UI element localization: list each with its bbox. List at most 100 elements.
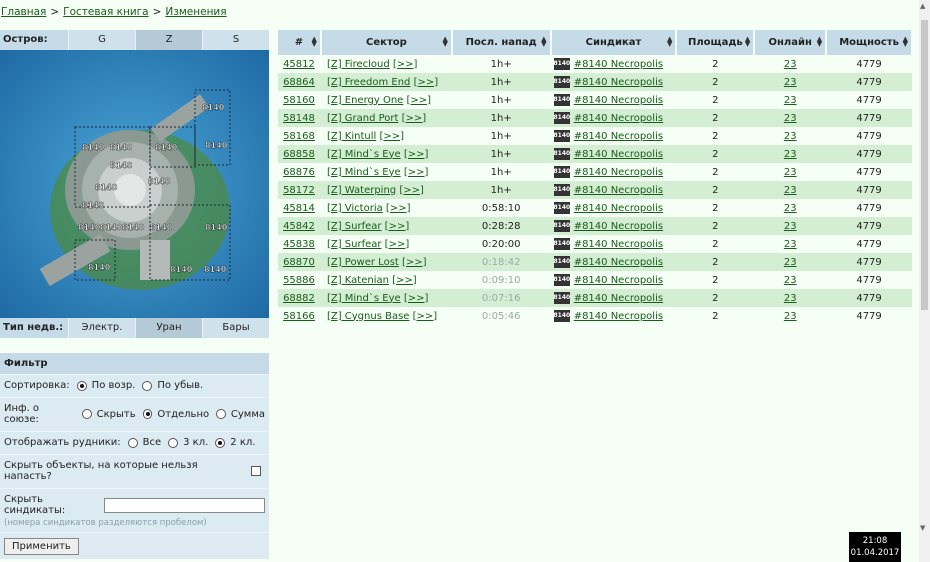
online-link[interactable]: 23 — [784, 221, 797, 232]
sector-name-link[interactable]: [Z] Mind`s Eye — [327, 293, 401, 304]
sector-name-link[interactable]: [Z] Grand Port — [327, 113, 399, 124]
union-sum-label[interactable]: Сумма — [231, 409, 265, 420]
sector-id-link[interactable]: 45838 — [283, 239, 315, 250]
sector-name-link[interactable]: [Z] Victoria — [327, 203, 383, 214]
online-link[interactable]: 23 — [784, 203, 797, 214]
sector-id-link[interactable]: 58168 — [283, 131, 315, 142]
sector-more-link[interactable]: [>>] — [392, 275, 417, 286]
sector-more-link[interactable]: [>>] — [404, 149, 429, 160]
sector-name-link[interactable]: [Z] Waterping — [327, 185, 396, 196]
online-link[interactable]: 23 — [784, 185, 797, 196]
map-label[interactable]: 8140 — [122, 223, 145, 232]
sector-id-link[interactable]: 68870 — [283, 257, 315, 268]
online-link[interactable]: 23 — [784, 95, 797, 106]
sector-more-link[interactable]: [>>] — [404, 293, 429, 304]
syndicate-link[interactable]: #8140 Necropolis — [574, 77, 663, 88]
sector-name-link[interactable]: [Z] Katenian — [327, 275, 389, 286]
sector-more-link[interactable]: [>>] — [407, 95, 432, 106]
online-link[interactable]: 23 — [784, 149, 797, 160]
map-label[interactable]: 8140 — [95, 183, 118, 192]
sector-id-link[interactable]: 68858 — [283, 149, 315, 160]
syndicate-link[interactable]: #8140 Necropolis — [574, 59, 663, 70]
sort-asc-label[interactable]: По возр. — [92, 380, 136, 391]
online-link[interactable]: 23 — [784, 275, 797, 286]
map-label[interactable]: 8140 — [78, 223, 101, 232]
sector-name-link[interactable]: [Z] Kintull — [327, 131, 376, 142]
sector-name-link[interactable]: [Z] Mind`s Eye — [327, 167, 401, 178]
online-link[interactable]: 23 — [784, 311, 797, 322]
map-label[interactable]: 8140 — [110, 161, 133, 170]
scrollbar[interactable]: ▲ ▼ — [919, 0, 930, 562]
map-label[interactable]: 8140 — [88, 263, 111, 272]
col-syndicate[interactable]: Синдикат ▲ ▼ — [550, 30, 678, 55]
col-sector[interactable]: Сектор ▲ ▼ — [320, 30, 453, 55]
sector-more-link[interactable]: [>>] — [385, 239, 410, 250]
mines-2-radio[interactable] — [215, 437, 226, 448]
syndicate-link[interactable]: #8140 Necropolis — [574, 131, 663, 142]
sort-asc-radio[interactable] — [76, 380, 87, 391]
map-label[interactable]: 8140 — [202, 103, 225, 112]
sector-more-link[interactable]: [>>] — [404, 167, 429, 178]
sector-id-link[interactable]: 58160 — [283, 95, 315, 106]
mines-2-label[interactable]: 2 кл. — [230, 437, 255, 448]
col-online[interactable]: Онлайн ▲ ▼ — [754, 30, 828, 55]
sector-name-link[interactable]: [Z] Mind`s Eye — [327, 149, 401, 160]
resource-option-electr[interactable]: Электр. — [68, 318, 135, 338]
sector-more-link[interactable]: [>>] — [385, 221, 410, 232]
sector-id-link[interactable]: 68864 — [283, 77, 315, 88]
scrollbar-thumb[interactable] — [921, 20, 928, 310]
online-link[interactable]: 23 — [784, 77, 797, 88]
map-label[interactable]: 8140 — [110, 143, 133, 152]
online-link[interactable]: 23 — [784, 131, 797, 142]
map-label[interactable]: 8140 — [205, 223, 228, 232]
sector-id-link[interactable]: 45842 — [283, 221, 315, 232]
online-link[interactable]: 23 — [784, 293, 797, 304]
map-label[interactable]: 8140 — [150, 223, 173, 232]
island-option-g[interactable]: G — [68, 30, 135, 50]
syndicate-link[interactable]: #8140 Necropolis — [574, 239, 663, 250]
scroll-up-icon[interactable]: ▲ — [920, 2, 925, 10]
syndicate-link[interactable]: #8140 Necropolis — [574, 149, 663, 160]
sector-more-link[interactable]: [>>] — [379, 131, 404, 142]
scroll-down-icon[interactable]: ▼ — [920, 524, 925, 532]
sector-more-link[interactable]: [>>] — [402, 257, 427, 268]
syndicate-link[interactable]: #8140 Necropolis — [574, 293, 663, 304]
sector-more-link[interactable]: [>>] — [414, 77, 439, 88]
resource-option-bars[interactable]: Бары — [202, 318, 269, 338]
syndicate-link[interactable]: #8140 Necropolis — [574, 95, 663, 106]
sector-id-link[interactable]: 68882 — [283, 293, 315, 304]
online-link[interactable]: 23 — [784, 167, 797, 178]
sector-id-link[interactable]: 58172 — [283, 185, 315, 196]
map-label[interactable]: 8140 — [82, 201, 105, 210]
sector-name-link[interactable]: [Z] Energy One — [327, 95, 403, 106]
hide-synd-input[interactable] — [104, 497, 265, 513]
syndicate-link[interactable]: #8140 Necropolis — [574, 113, 663, 124]
sector-id-link[interactable]: 45812 — [283, 59, 315, 70]
mines-all-radio[interactable] — [127, 437, 138, 448]
union-hide-radio[interactable] — [81, 409, 92, 419]
sector-id-link[interactable]: 68876 — [283, 167, 315, 178]
sector-id-link[interactable]: 55886 — [283, 275, 315, 286]
sector-name-link[interactable]: [Z] Freedom End — [327, 77, 410, 88]
map-label[interactable]: 8140 — [100, 223, 123, 232]
col-power[interactable]: Мощность ▲ ▼ — [826, 30, 913, 55]
sector-name-link[interactable]: [Z] Power Lost — [327, 257, 399, 268]
island-option-s[interactable]: S — [202, 30, 269, 50]
online-link[interactable]: 23 — [784, 59, 797, 70]
union-separate-label[interactable]: Отдельно — [157, 409, 209, 420]
map-label[interactable]: 8140 — [155, 143, 178, 152]
syndicate-link[interactable]: #8140 Necropolis — [574, 257, 663, 268]
island-option-z[interactable]: Z — [135, 30, 202, 50]
mines-all-label[interactable]: Все — [143, 437, 162, 448]
union-hide-label[interactable]: Скрыть — [97, 409, 136, 420]
online-link[interactable]: 23 — [784, 113, 797, 124]
union-separate-radio[interactable] — [142, 409, 153, 419]
hide-unattackable-checkbox[interactable] — [251, 466, 261, 476]
mines-3-label[interactable]: 3 кл. — [183, 437, 208, 448]
sort-desc-label[interactable]: По убыв. — [157, 380, 203, 391]
col-area[interactable]: Площадь ▲ ▼ — [676, 30, 756, 55]
map-label[interactable]: 8140 — [205, 141, 228, 150]
sector-more-link[interactable]: [>>] — [399, 185, 424, 196]
sector-name-link[interactable]: [Z] Surfear — [327, 239, 382, 250]
sector-more-link[interactable]: [>>] — [402, 113, 427, 124]
